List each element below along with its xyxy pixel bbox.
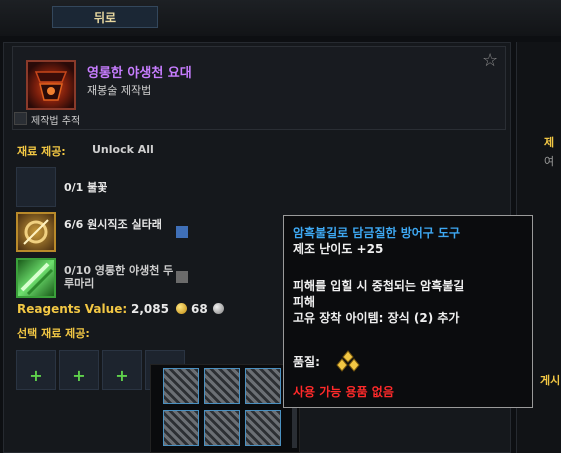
armor-kit-icon[interactable] [204, 410, 240, 446]
reagents-gold-value: 2,085 [131, 302, 169, 316]
tooltip-quality-label: 품질: [293, 355, 320, 369]
tooltip-difficulty: 제조 난이도 +25 [293, 242, 384, 256]
tooltip-title: 암흑불길로 담금질한 방어구 도구 [293, 226, 461, 240]
quality-selector-3[interactable] [176, 271, 188, 283]
reagent-text-3: 0/10 영롱한 야생천 두루마리 [64, 264, 174, 290]
gold-coin-icon [176, 303, 187, 314]
optional-slot-2[interactable]: + [59, 350, 99, 390]
tooltip-unusable: 사용 가능 용품 없음 [293, 385, 394, 399]
add-icon: + [29, 366, 43, 385]
unlock-all-button[interactable]: Unlock All [92, 143, 154, 156]
optional-slot-1[interactable]: + [16, 350, 56, 390]
armor-kit-icon[interactable] [204, 368, 240, 404]
side-panel-heading: 제 [544, 136, 555, 149]
recipe-name: 영롱한 야생천 요대 [87, 66, 192, 81]
quality-diamond-icon [336, 350, 360, 372]
recipe-profession: 재봉술 제작법 [87, 84, 152, 97]
thread-icon[interactable] [16, 212, 56, 252]
reagents-label: 재료 제공: [17, 145, 66, 158]
armor-kit-icon[interactable] [163, 368, 199, 404]
tooltip-effect-2: 피해 [293, 295, 316, 309]
optional-slot-3[interactable]: + [102, 350, 142, 390]
track-recipe-label: 제작법 추적 [31, 116, 81, 127]
armor-kit-icon[interactable] [245, 368, 281, 404]
reagent-text-1: 0/1 불꽃 [64, 181, 108, 194]
add-icon: + [115, 366, 129, 385]
armor-kit-icon[interactable] [163, 410, 199, 446]
belt-icon[interactable] [26, 60, 76, 110]
armor-kit-icon[interactable] [245, 410, 281, 446]
add-icon: + [72, 366, 86, 385]
reagents-silver-value: 68 [191, 302, 208, 316]
track-recipe-checkbox[interactable] [14, 112, 27, 125]
reagents-value-label: Reagents Value: [17, 302, 128, 316]
optional-reagents-label: 선택 재료 제공: [17, 327, 90, 340]
tooltip-unique: 고유 장착 아이템: 장식 (2) 추가 [293, 311, 460, 325]
back-button[interactable]: 뒤로 [52, 6, 158, 28]
side-panel-text: 여 [544, 155, 555, 168]
side-panel-label: 게시 [540, 374, 561, 387]
star-icon[interactable]: ☆ [482, 50, 498, 71]
silver-coin-icon [213, 303, 224, 314]
quality-selector-2[interactable] [176, 226, 188, 238]
reagent-text-2: 6/6 원시직조 실타래 [64, 218, 162, 231]
tooltip-effect-1: 피해를 입힐 시 중첩되는 암흑불길 [293, 279, 465, 293]
reagent-slot-1[interactable] [16, 167, 56, 207]
cloth-roll-icon[interactable] [16, 258, 56, 298]
